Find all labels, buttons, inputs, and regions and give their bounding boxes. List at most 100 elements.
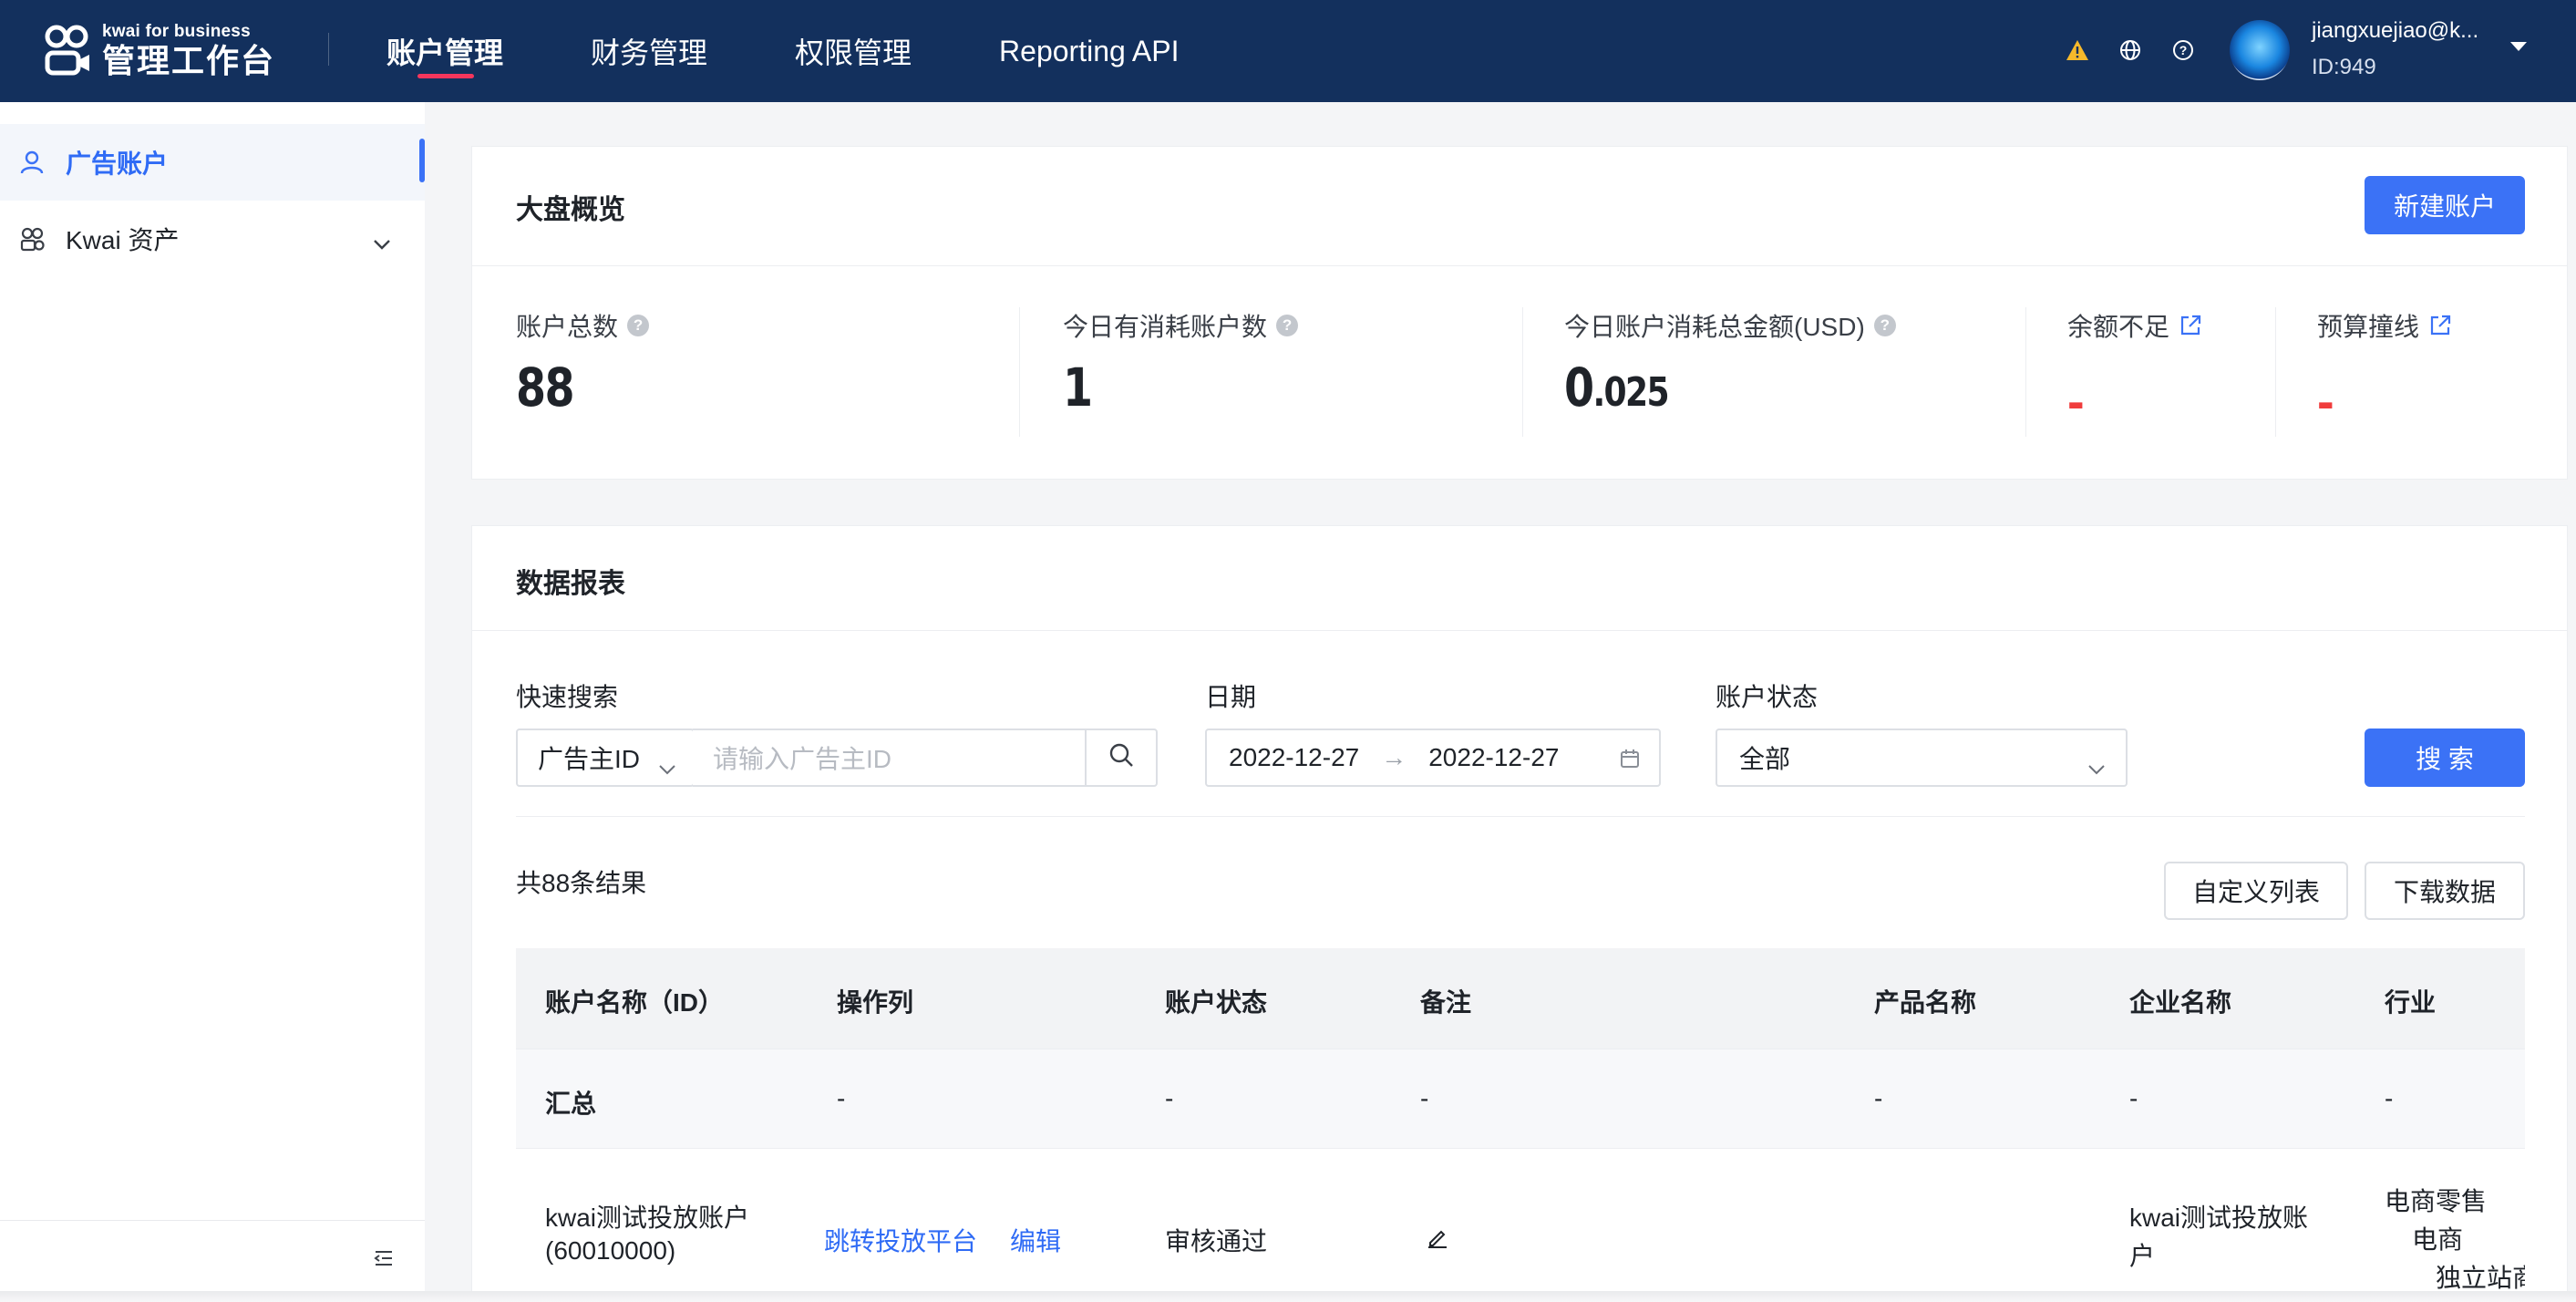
industry-level-2: 电商 <box>2412 1225 2464 1254</box>
chevron-down-icon <box>658 752 676 781</box>
custom-columns-button[interactable]: 自定义列表 <box>2164 862 2348 920</box>
account-name: kwai测试投放账户 <box>545 1204 750 1232</box>
company-name: kwai测试投放账 <box>2129 1204 2309 1232</box>
nav-finance-management[interactable]: 财务管理 <box>591 0 707 102</box>
stat-value: 0.025 <box>1564 356 1670 418</box>
date-end[interactable]: 2022-12-27 <box>1428 743 1559 772</box>
industry-level-1: 电商零售 <box>2385 1187 2488 1215</box>
stat-label: 预算撞线 <box>2317 307 2452 344</box>
chevron-down-icon <box>2087 752 2106 781</box>
stat-value: - <box>2317 372 2334 429</box>
collapse-sidebar-icon[interactable] <box>374 1248 394 1273</box>
question-icon[interactable]: ? <box>627 315 650 336</box>
question-icon[interactable]: ? <box>1276 315 1299 336</box>
sidebar-item-label: Kwai 资产 <box>66 226 180 254</box>
account-status-select[interactable]: 全部 <box>1716 728 2128 787</box>
stat-label: 今日有消耗账户数? <box>1063 307 1299 344</box>
edit-note-icon[interactable] <box>1426 1225 1449 1254</box>
column-header-industry[interactable]: 行业 <box>2385 983 2436 1019</box>
globe-icon[interactable] <box>2115 35 2146 66</box>
sidebar-item-kwai-assets[interactable]: Kwai 资产 <box>0 201 425 277</box>
advertiser-id-input[interactable]: 请输入广告主ID <box>693 728 1087 787</box>
header-divider <box>328 33 329 66</box>
top-navigation-bar: kwai for business 管理工作台 账户管理 财务管理 权限管理 R… <box>0 0 2576 102</box>
overview-card: 大盘概览 新建账户 账户总数? 88 今日有消耗账户数? 1 今日账户消耗总金额… <box>471 146 2568 480</box>
nav-reporting-api[interactable]: Reporting API <box>999 0 1179 102</box>
table-header: 账户名称（ID） 操作列 账户状态 备注 产品名称 企业名称 行业 <box>516 948 2525 1049</box>
date-range-picker[interactable]: 2022-12-27 → 2022-12-27 <box>1205 728 1661 787</box>
search-icon-button[interactable] <box>1085 728 1158 787</box>
column-header-product[interactable]: 产品名称 <box>1874 983 1976 1019</box>
assets-icon <box>16 223 47 254</box>
svg-text:?: ? <box>2179 43 2188 57</box>
sidebar-item-label: 广告账户 <box>66 150 169 178</box>
user-id: ID:949 <box>2312 55 2376 79</box>
stat-label: 账户总数? <box>516 307 650 344</box>
nav-permission-management[interactable]: 权限管理 <box>795 0 912 102</box>
industry-level-3: 独立站商 <box>2436 1264 2525 1291</box>
logo-subtitle: kwai for business <box>102 22 251 41</box>
account-id: (60010000) <box>545 1236 676 1265</box>
search-icon <box>1108 742 1134 774</box>
summary-cell: - <box>2385 1084 2394 1112</box>
warning-icon[interactable] <box>2062 35 2093 66</box>
column-header-account-name[interactable]: 账户名称（ID） <box>545 983 724 1019</box>
table-row: kwai测试投放账户 (60010000) 跳转投放平台 编辑 审核通过 kwa… <box>516 1149 2525 1291</box>
date-start[interactable]: 2022-12-27 <box>1229 743 1359 772</box>
overview-title: 大盘概览 <box>516 195 625 225</box>
download-data-button[interactable]: 下载数据 <box>2365 862 2525 920</box>
result-count: 共88条结果 <box>516 869 647 897</box>
sidebar: 广告账户 Kwai 资产 <box>0 102 425 1302</box>
filter-divider <box>516 816 2525 817</box>
sidebar-item-ad-accounts[interactable]: 广告账户 <box>0 124 425 201</box>
account-status-label: 账户状态 <box>1716 683 1819 711</box>
column-header-note[interactable]: 备注 <box>1420 983 1471 1019</box>
user-avatar[interactable] <box>2230 20 2290 80</box>
report-divider <box>472 630 2567 631</box>
user-name[interactable]: jiangxuejiao@k... <box>2312 18 2478 44</box>
nav-account-management[interactable]: 账户管理 <box>386 0 503 102</box>
column-header-status[interactable]: 账户状态 <box>1165 983 1267 1019</box>
question-icon[interactable]: ? <box>1873 315 1896 336</box>
chevron-down-icon[interactable] <box>372 228 392 257</box>
quick-search-label: 快速搜索 <box>516 683 619 711</box>
column-header-company[interactable]: 企业名称 <box>2129 983 2231 1019</box>
help-icon[interactable]: ? <box>2168 35 2199 66</box>
user-menu-caret-icon[interactable] <box>2510 42 2527 51</box>
summary-cell: - <box>1165 1084 1174 1112</box>
company-name-cont: 户 <box>2129 1242 2156 1270</box>
edit-link[interactable]: 编辑 <box>1010 1222 1061 1258</box>
date-range-arrow: → <box>1381 743 1407 771</box>
stat-value: - <box>2067 372 2085 429</box>
new-account-button[interactable]: 新建账户 <box>2365 176 2525 234</box>
summary-cell: - <box>837 1084 846 1112</box>
search-type-value: 广告主ID <box>538 745 641 773</box>
summary-cell: - <box>2129 1084 2138 1112</box>
kwai-logo-icon <box>44 24 91 78</box>
jump-to-ad-platform-link[interactable]: 跳转投放平台 <box>824 1222 977 1258</box>
account-status: 审核通过 <box>1165 1227 1268 1256</box>
horizontal-scrollbar[interactable] <box>0 1291 2576 1302</box>
summary-cell: - <box>1874 1084 1883 1112</box>
logo[interactable]: kwai for business 管理工作台 <box>44 20 275 82</box>
summary-label: 汇总 <box>545 1090 597 1118</box>
overview-divider <box>472 265 2567 266</box>
column-header-actions[interactable]: 操作列 <box>837 983 913 1019</box>
user-icon <box>16 147 47 178</box>
stat-divider <box>2025 307 2026 437</box>
external-link-icon[interactable] <box>2428 314 2452 337</box>
date-label: 日期 <box>1205 683 1257 711</box>
calendar-icon <box>1619 747 1641 776</box>
summary-cell: - <box>1420 1084 1429 1112</box>
stat-label: 今日账户消耗总金额(USD)? <box>1564 307 1896 344</box>
main-nav: 账户管理 财务管理 权限管理 Reporting API <box>386 0 1267 102</box>
external-link-icon[interactable] <box>2179 314 2202 337</box>
account-status-value: 全部 <box>1739 745 1791 773</box>
stat-value: 88 <box>516 356 575 418</box>
search-placeholder: 请输入广告主ID <box>713 745 892 773</box>
search-type-select[interactable]: 广告主ID <box>516 728 695 787</box>
summary-row: 汇总 - - - - - - <box>516 1049 2525 1149</box>
search-button[interactable]: 搜 索 <box>2365 728 2525 787</box>
stat-divider <box>1019 307 1020 437</box>
stat-label: 余额不足 <box>2067 307 2202 344</box>
